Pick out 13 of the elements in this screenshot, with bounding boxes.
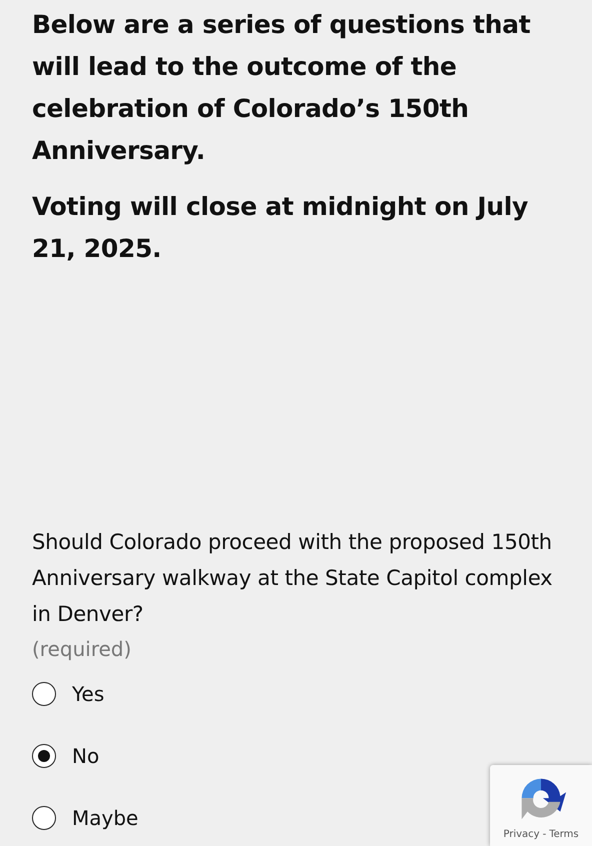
option-label[interactable]: Yes [72,682,104,706]
radio-button[interactable] [32,682,56,706]
radio-button[interactable] [32,744,56,768]
footer-link[interactable]: Privacy [503,829,540,840]
question-text: Should Colorado proceed with the proposed 150th Anniversary walkway at the State Capitol complex in Denver? [32,529,554,628]
radio-button[interactable] [32,806,56,830]
required-note: (required) [32,636,132,663]
separator-text: - [542,829,546,840]
intro-paragraph: Voting will close at midnight on July 21, 2025. [32,191,529,265]
footer-link[interactable]: Terms [549,829,579,840]
option-label[interactable]: No [72,744,100,768]
option-label[interactable]: Maybe [72,806,138,830]
intro-paragraph: Below are a series of questions that will lead to the outcome of the celebration of Colorado’s 150th Anniversary. [32,9,532,167]
